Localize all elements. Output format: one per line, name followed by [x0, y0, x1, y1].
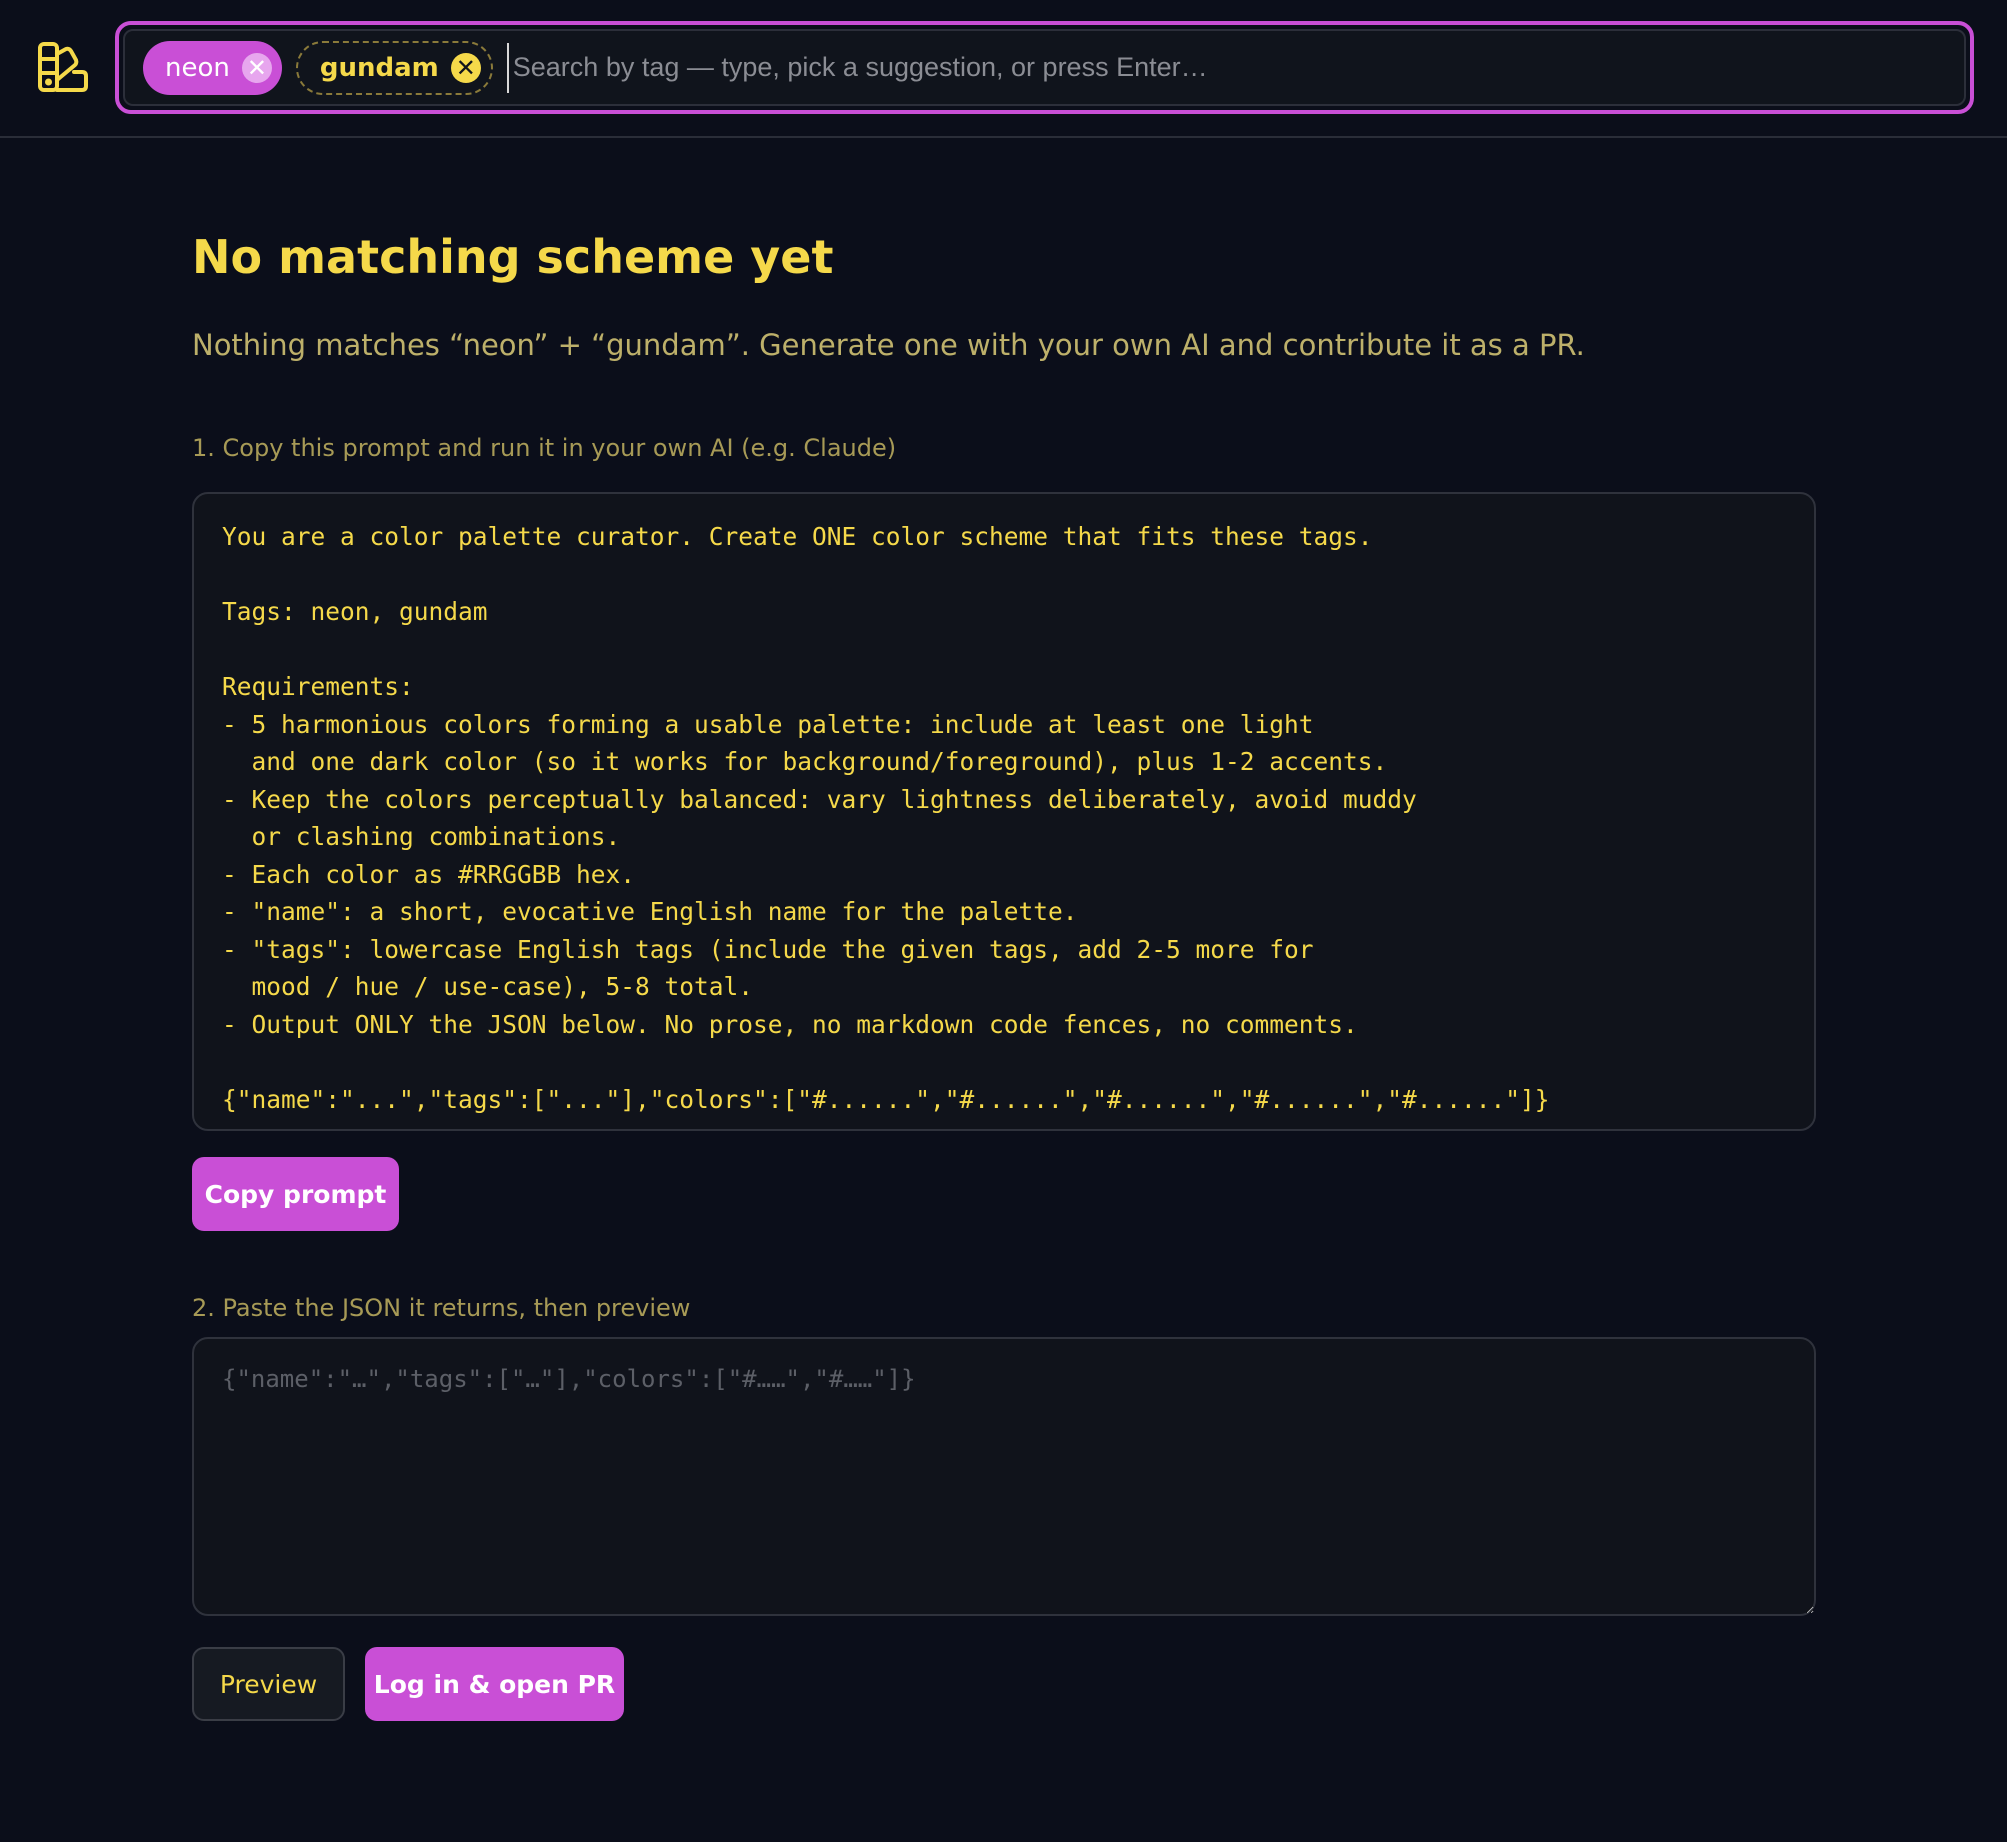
tag-chip-label: neon [165, 52, 230, 83]
tag-search-field: neon ✕ gundam ✕ [123, 29, 1966, 106]
open-pr-button[interactable]: Log in & open PR [365, 1647, 624, 1721]
search-input[interactable] [506, 42, 1964, 93]
page-title: No matching scheme yet [192, 230, 834, 284]
tag-chip-gundam[interactable]: gundam ✕ [295, 40, 493, 95]
prompt-text: You are a color palette curator. Create … [222, 522, 1550, 1114]
tag-chip-neon[interactable]: neon ✕ [143, 40, 282, 95]
step-1-label: 1. Copy this prompt and run it in your o… [192, 434, 897, 462]
step-2-label: 2. Paste the JSON it returns, then previ… [192, 1294, 691, 1322]
copy-prompt-button[interactable]: Copy prompt [192, 1157, 399, 1231]
close-icon[interactable]: ✕ [450, 52, 481, 83]
tag-chip-label: gundam [319, 52, 439, 83]
close-icon[interactable]: ✕ [241, 52, 272, 83]
preview-button[interactable]: Preview [192, 1647, 345, 1721]
json-input[interactable] [192, 1337, 1816, 1616]
top-bar: neon ✕ gundam ✕ [0, 0, 2007, 138]
tag-search-bar[interactable]: neon ✕ gundam ✕ [115, 21, 1974, 114]
prompt-box: You are a color palette curator. Create … [192, 492, 1816, 1131]
palette-swatch-icon[interactable] [36, 40, 90, 94]
page-subtitle: Nothing matches “neon” + “gundam”. Gener… [192, 328, 1585, 362]
